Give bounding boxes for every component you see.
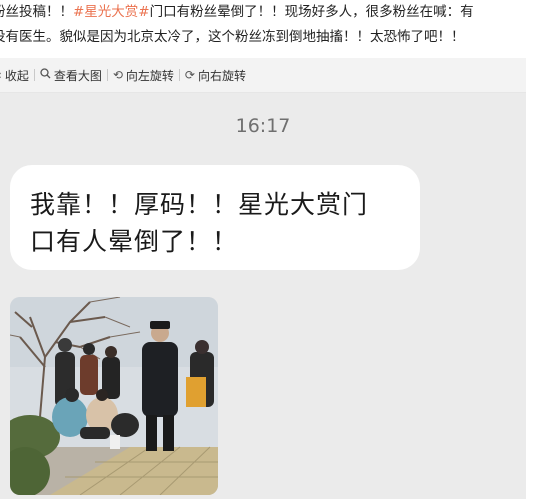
post-line-2-text: 没有医生。貌似是因为北京太冷了，这个粉丝冻到倒地抽搐！！太恐怖了吧！！ bbox=[0, 29, 465, 45]
post-line-2: 没有医生。貌似是因为北京太冷了，这个粉丝冻到倒地抽搐！！太恐怖了吧！！ bbox=[0, 25, 533, 50]
page-right-edge bbox=[526, 58, 533, 503]
collapse-icon: ‹ bbox=[0, 68, 2, 82]
rotate-left-label: 向左旋转 bbox=[125, 68, 174, 83]
message-line-1: 我靠！！厚码！！星光大赏门 bbox=[30, 190, 369, 219]
message-bubble: 我靠！！厚码！！星光大赏门 口有人晕倒了！！ bbox=[10, 165, 420, 270]
hashtag-link[interactable]: #星光大赏# bbox=[73, 4, 150, 20]
chat-screenshot-image[interactable]: 16:17 我靠！！厚码！！星光大赏门 口有人晕倒了！！ bbox=[0, 93, 526, 499]
rotate-right-button[interactable]: ⟳ 向右旋转 bbox=[180, 67, 251, 84]
collapse-label: 收起 bbox=[4, 68, 29, 83]
image-toolbar: ‹ 收起 查看大图 ⟲ 向左旋转 ⟳ 向右旋转 bbox=[0, 58, 533, 93]
collapse-button[interactable]: ‹ 收起 bbox=[0, 67, 34, 84]
view-large-button[interactable]: 查看大图 bbox=[35, 67, 107, 84]
rotate-left-icon: ⟲ bbox=[112, 68, 123, 82]
post-line-1: 粉丝投稿！！#星光大赏#门口有粉丝晕倒了！！现场好多人，很多粉丝在喊：有 bbox=[0, 0, 533, 25]
post-suffix: 门口有粉丝晕倒了！！现场好多人，很多粉丝在喊：有 bbox=[149, 4, 474, 20]
message-line-2: 口有人晕倒了！！ bbox=[30, 227, 239, 256]
photo-thumbnail[interactable] bbox=[10, 297, 218, 495]
rotate-right-icon: ⟳ bbox=[184, 68, 195, 82]
view-large-label: 查看大图 bbox=[53, 68, 102, 83]
chat-timestamp: 16:17 bbox=[235, 115, 291, 137]
magnifier-icon bbox=[40, 68, 51, 82]
weibo-post-text: 粉丝投稿！！#星光大赏#门口有粉丝晕倒了！！现场好多人，很多粉丝在喊：有 没有医… bbox=[0, 0, 533, 50]
crowd-photo-illustration bbox=[10, 297, 218, 495]
post-prefix: 粉丝投稿！！ bbox=[0, 4, 73, 20]
rotate-right-label: 向右旋转 bbox=[197, 68, 246, 83]
rotate-left-button[interactable]: ⟲ 向左旋转 bbox=[108, 67, 179, 84]
